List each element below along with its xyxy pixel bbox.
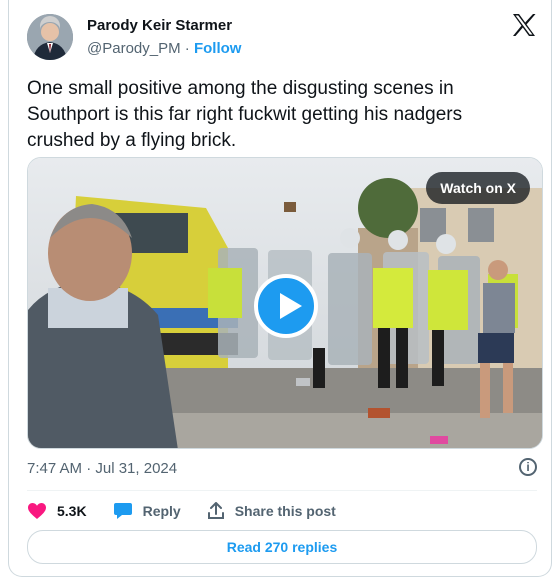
share-icon bbox=[207, 502, 224, 519]
divider bbox=[27, 490, 537, 491]
reply-label: Reply bbox=[142, 503, 181, 519]
read-replies-button[interactable]: Read 270 replies bbox=[27, 530, 537, 564]
author-avatar[interactable] bbox=[27, 14, 73, 60]
watch-on-x-button[interactable]: Watch on X bbox=[426, 172, 530, 204]
like-count: 5.3K bbox=[57, 503, 87, 519]
author-handle[interactable]: @Parody_PM bbox=[87, 40, 181, 57]
author-handle-row: @Parody_PM · Follow bbox=[87, 40, 241, 57]
reply-bubble-icon bbox=[113, 503, 132, 519]
share-label: Share this post bbox=[234, 503, 336, 519]
play-icon[interactable] bbox=[254, 274, 318, 338]
author-name[interactable]: Parody Keir Starmer bbox=[87, 17, 232, 34]
action-bar: 5.3K Reply Share this post bbox=[27, 500, 362, 522]
tweet-card: Parody Keir Starmer @Parody_PM · Follow … bbox=[8, 0, 552, 577]
handle-separator: · bbox=[184, 40, 190, 57]
tweet-text: One small positive among the disgusting … bbox=[27, 78, 463, 151]
info-icon[interactable] bbox=[519, 458, 537, 476]
follow-button[interactable]: Follow bbox=[194, 40, 242, 57]
tweet-video[interactable]: Watch on X bbox=[27, 157, 543, 449]
reply-button[interactable]: Reply bbox=[113, 502, 181, 520]
tweet-timestamp[interactable]: 7:47 AM · Jul 31, 2024 bbox=[27, 460, 177, 477]
x-logo-icon[interactable] bbox=[511, 12, 537, 38]
share-button[interactable]: Share this post bbox=[207, 502, 336, 520]
heart-icon bbox=[28, 503, 46, 519]
like-button[interactable]: 5.3K bbox=[27, 502, 87, 520]
